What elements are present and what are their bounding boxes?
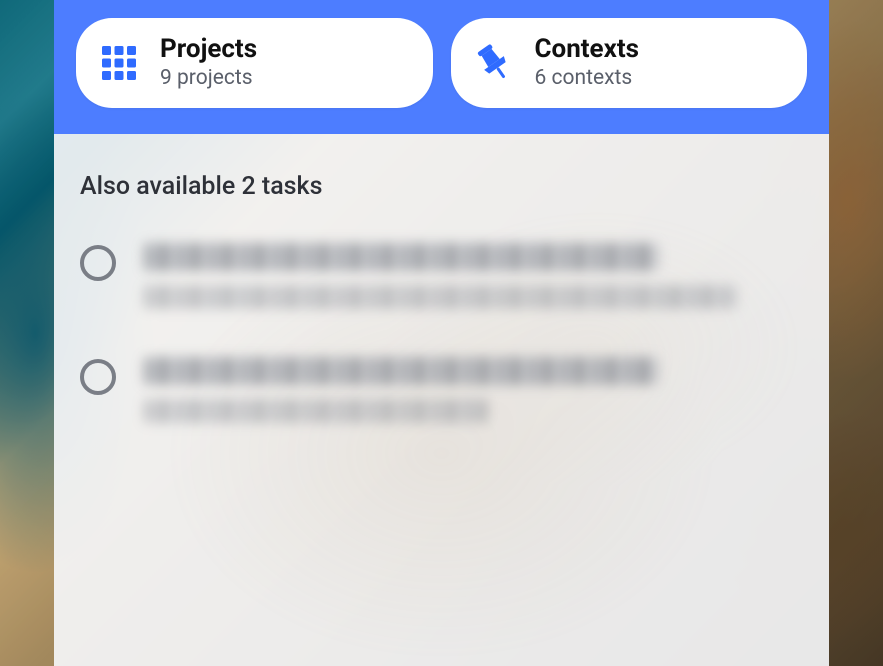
task-checkbox[interactable] [80, 359, 116, 395]
task-row[interactable] [80, 243, 803, 309]
task-body [144, 243, 803, 309]
app-panel: Projects 9 projects Contexts 6 contexts [54, 0, 829, 666]
contexts-subtitle: 6 contexts [535, 65, 639, 92]
task-body [144, 357, 803, 423]
task-meta-obscured [144, 285, 737, 309]
grid-icon [96, 40, 142, 86]
header-bar: Projects 9 projects Contexts 6 contexts [54, 0, 829, 134]
content-area: Also available 2 tasks [54, 134, 829, 666]
pin-icon [471, 40, 517, 86]
contexts-card-text: Contexts 6 contexts [535, 34, 639, 92]
projects-subtitle: 9 projects [160, 65, 257, 92]
task-title-obscured [144, 243, 658, 271]
task-title-obscured [144, 357, 658, 385]
task-checkbox[interactable] [80, 245, 116, 281]
contexts-title: Contexts [535, 34, 639, 65]
section-heading: Also available 2 tasks [80, 172, 803, 201]
projects-card[interactable]: Projects 9 projects [76, 18, 433, 108]
projects-title: Projects [160, 34, 257, 65]
contexts-card[interactable]: Contexts 6 contexts [451, 18, 808, 108]
projects-card-text: Projects 9 projects [160, 34, 257, 92]
task-meta-obscured [144, 399, 487, 423]
task-row[interactable] [80, 357, 803, 423]
